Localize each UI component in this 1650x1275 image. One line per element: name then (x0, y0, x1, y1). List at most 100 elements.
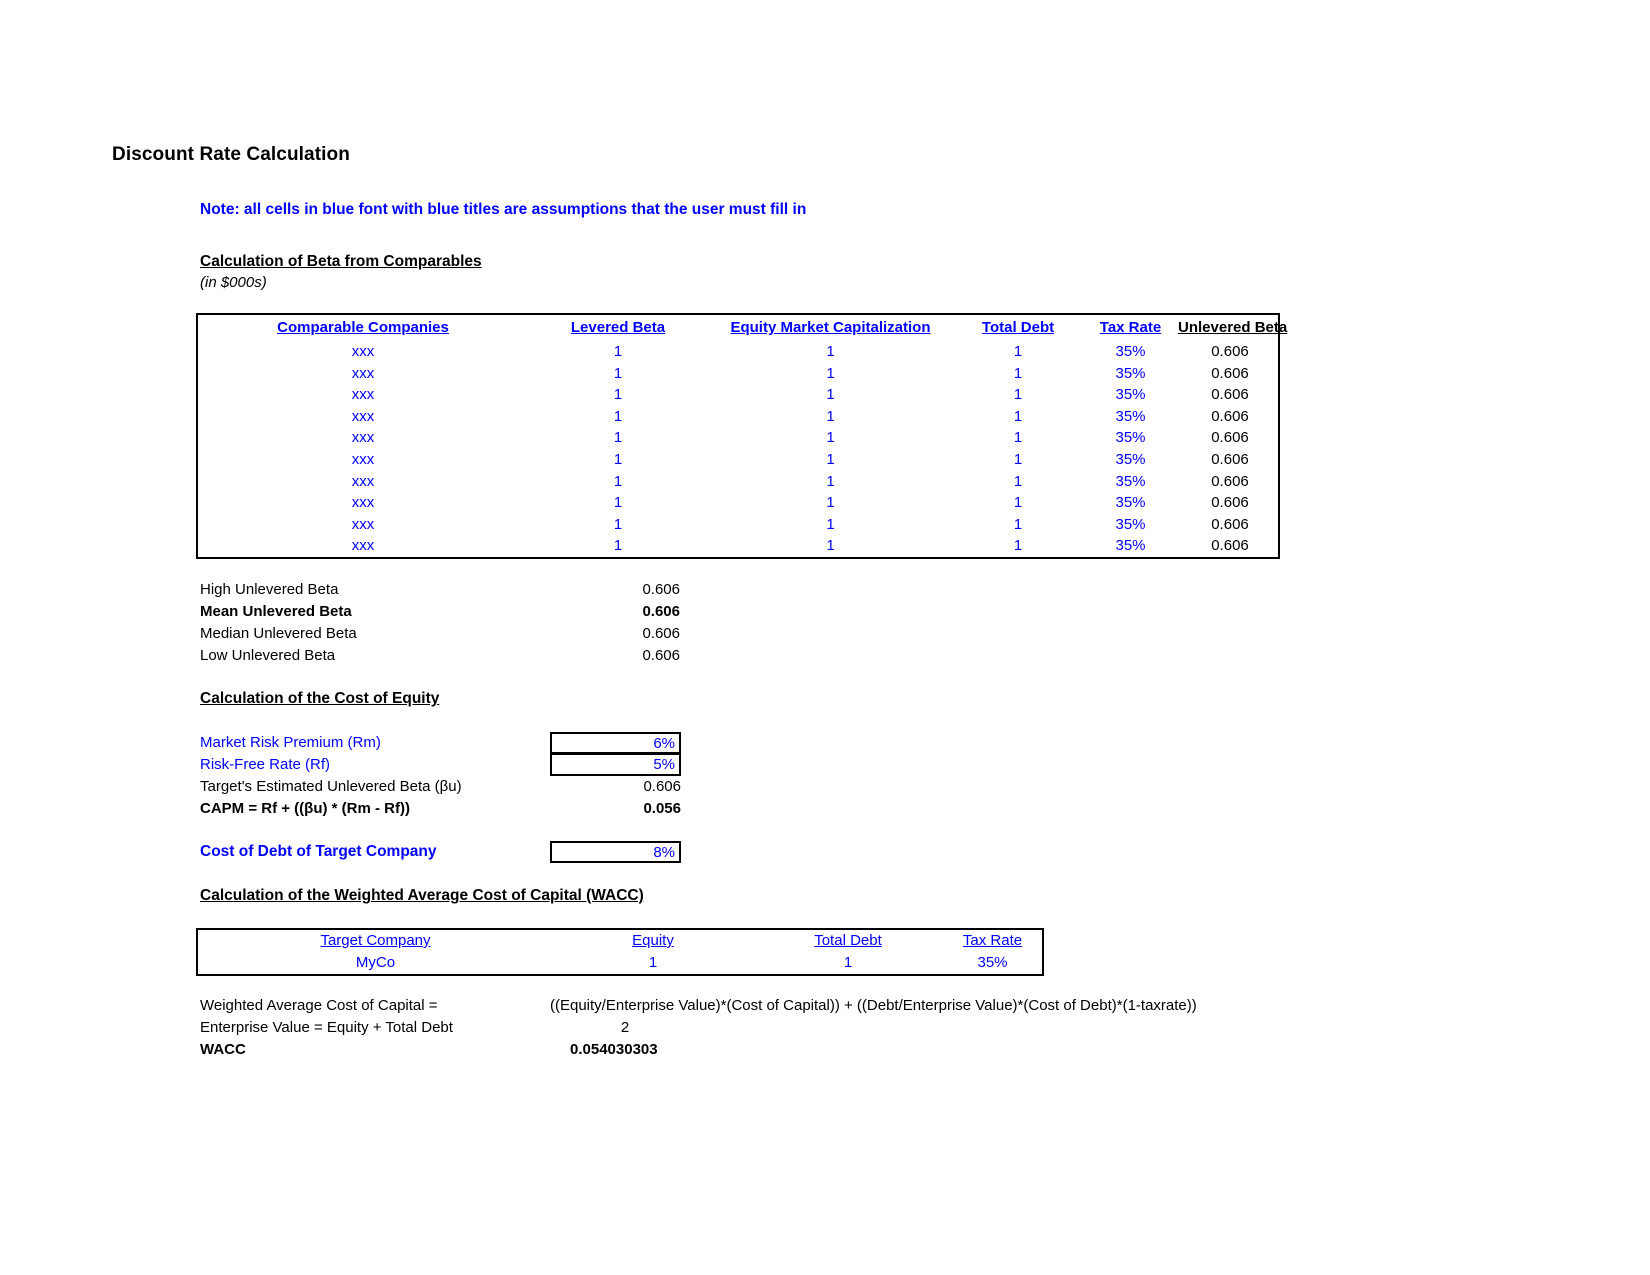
cell-r9-c0[interactable]: xxx (198, 535, 528, 557)
col-header-equity-market-capitalization: Equity Market Capitalization (730, 319, 931, 336)
cell-r0-c4[interactable]: 35% (1083, 341, 1178, 363)
cell-r3-c0[interactable]: xxx (198, 406, 528, 428)
cell-r9-c4[interactable]: 35% (1083, 535, 1178, 557)
cell-r8-c1[interactable]: 1 (528, 514, 708, 536)
wacc-table: Target Company Equity Total Debt Tax Rat… (196, 928, 1044, 976)
value-wacc: 0.054030303 (570, 1041, 658, 1058)
input-market-risk-premium[interactable]: 6% (550, 732, 681, 754)
cell-r4-c5: 0.606 (1211, 429, 1249, 447)
cell-r8-c2[interactable]: 1 (708, 514, 953, 536)
stat-label-high: High Unlevered Beta (200, 581, 339, 598)
cell-r0-c5: 0.606 (1211, 343, 1249, 360)
section-heading-wacc: Calculation of the Weighted Average Cost… (200, 887, 644, 904)
cell-r7-c1[interactable]: 1 (528, 492, 708, 514)
cell-r5-c2[interactable]: 1 (708, 449, 953, 471)
cell-r0-c1[interactable]: 1 (528, 341, 708, 363)
stat-row-high: High Unlevered Beta 0.606 (200, 579, 720, 601)
row-market-risk-premium: Market Risk Premium (Rm) 6% (200, 732, 900, 754)
cell-r5-c3[interactable]: 1 (953, 449, 1083, 471)
col-header-levered-beta: Levered Beta (570, 319, 666, 336)
table-row: xxx 1 1 1 35% 0.606 (198, 471, 1282, 493)
label-capm: CAPM = Rf + ((βu) * (Rm - Rf)) (200, 800, 410, 817)
cell-r2-c0[interactable]: xxx (198, 384, 528, 406)
cell-r6-c1[interactable]: 1 (528, 471, 708, 493)
cell-r0-c0[interactable]: xxx (198, 341, 528, 363)
cell-r5-c1[interactable]: 1 (528, 449, 708, 471)
row-enterprise-value: Enterprise Value = Equity + Total Debt 2 (200, 1017, 1400, 1039)
col-header-total-debt: Total Debt (981, 319, 1055, 336)
cell-r6-c4[interactable]: 35% (1083, 471, 1178, 493)
stat-value-mean: 0.606 (642, 603, 680, 620)
table-row: xxx 1 1 1 35% 0.606 (198, 427, 1282, 449)
input-risk-free-rate[interactable]: 5% (550, 754, 681, 776)
cell-r6-c3[interactable]: 1 (953, 471, 1083, 493)
row-capm: CAPM = Rf + ((βu) * (Rm - Rf)) 0.056 (200, 798, 900, 820)
cell-r2-c4[interactable]: 35% (1083, 384, 1178, 406)
section-heading-cost-of-equity: Calculation of the Cost of Equity (200, 690, 440, 707)
cell-r8-c3[interactable]: 1 (953, 514, 1083, 536)
cell-r6-c0[interactable]: xxx (198, 471, 528, 493)
assumptions-note: Note: all cells in blue font with blue t… (200, 201, 807, 218)
wacc-cell-r0-c1[interactable]: 1 (553, 952, 753, 974)
input-cost-of-debt[interactable]: 8% (550, 841, 681, 863)
cell-r2-c2[interactable]: 1 (708, 384, 953, 406)
cell-r9-c3[interactable]: 1 (953, 535, 1083, 557)
cell-r9-c1[interactable]: 1 (528, 535, 708, 557)
stat-row-low: Low Unlevered Beta 0.606 (200, 645, 720, 667)
cell-r1-c2[interactable]: 1 (708, 363, 953, 385)
cell-r4-c2[interactable]: 1 (708, 427, 953, 449)
cell-r0-c2[interactable]: 1 (708, 341, 953, 363)
cell-r3-c3[interactable]: 1 (953, 406, 1083, 428)
cell-r9-c2[interactable]: 1 (708, 535, 953, 557)
cell-r2-c1[interactable]: 1 (528, 384, 708, 406)
stat-label-mean: Mean Unlevered Beta (200, 603, 352, 620)
col-header-comparable-companies: Comparable Companies (277, 319, 449, 336)
cell-r8-c5: 0.606 (1211, 515, 1249, 533)
table-row: xxx 1 1 1 35% 0.606 (198, 384, 1282, 406)
wacc-calculation-block: Weighted Average Cost of Capital = ((Equ… (200, 995, 1400, 1061)
row-wacc-formula: Weighted Average Cost of Capital = ((Equ… (200, 995, 1400, 1017)
cell-r3-c1[interactable]: 1 (528, 406, 708, 428)
cell-r8-c0[interactable]: xxx (198, 514, 528, 536)
cell-r4-c3[interactable]: 1 (953, 427, 1083, 449)
cost-of-equity-block: Market Risk Premium (Rm) 6% Risk-Free Ra… (200, 732, 900, 820)
wacc-cell-r0-c0[interactable]: MyCo (198, 952, 553, 974)
cell-r5-c0[interactable]: xxx (198, 449, 528, 471)
spreadsheet-page: Discount Rate Calculation Note: all cell… (0, 0, 1650, 1275)
table-header-row: Comparable Companies Levered Beta Equity… (198, 315, 1287, 341)
table-row: xxx 1 1 1 35% 0.606 (198, 406, 1282, 428)
cell-r4-c0[interactable]: xxx (198, 427, 528, 449)
cell-r3-c2[interactable]: 1 (708, 406, 953, 428)
cell-r3-c4[interactable]: 35% (1083, 406, 1178, 428)
table-row: xxx 1 1 1 35% 0.606 (198, 535, 1282, 557)
cell-r2-c3[interactable]: 1 (953, 384, 1083, 406)
cell-r7-c3[interactable]: 1 (953, 492, 1083, 514)
wacc-header-row: Target Company Equity Total Debt Tax Rat… (198, 930, 1042, 952)
wacc-table-row: MyCo 1 1 35% (198, 952, 1042, 974)
row-target-unlevered-beta: Target's Estimated Unlevered Beta (βu) 0… (200, 776, 900, 798)
cell-r1-c3[interactable]: 1 (953, 363, 1083, 385)
label-enterprise-value: Enterprise Value = Equity + Total Debt (200, 1019, 453, 1036)
cell-r1-c0[interactable]: xxx (198, 363, 528, 385)
cell-r8-c4[interactable]: 35% (1083, 514, 1178, 536)
cell-r7-c4[interactable]: 35% (1083, 492, 1178, 514)
cell-r1-c1[interactable]: 1 (528, 363, 708, 385)
cell-r4-c1[interactable]: 1 (528, 427, 708, 449)
stat-label-median: Median Unlevered Beta (200, 625, 357, 642)
wacc-cell-r0-c3[interactable]: 35% (943, 952, 1042, 974)
label-market-risk-premium: Market Risk Premium (Rm) (200, 734, 381, 751)
cell-r7-c2[interactable]: 1 (708, 492, 953, 514)
cell-r6-c2[interactable]: 1 (708, 471, 953, 493)
cell-r0-c3[interactable]: 1 (953, 341, 1083, 363)
stat-row-median: Median Unlevered Beta 0.606 (200, 623, 720, 645)
cell-r5-c4[interactable]: 35% (1083, 449, 1178, 471)
cell-r1-c4[interactable]: 35% (1083, 363, 1178, 385)
wacc-cell-r0-c2[interactable]: 1 (753, 952, 943, 974)
stat-row-mean: Mean Unlevered Beta 0.606 (200, 601, 720, 623)
cell-r7-c0[interactable]: xxx (198, 492, 528, 514)
table-row: xxx 1 1 1 35% 0.606 (198, 449, 1282, 471)
cell-r7-c5: 0.606 (1211, 494, 1249, 512)
comparables-table: Comparable Companies Levered Beta Equity… (196, 313, 1287, 559)
cell-r5-c5: 0.606 (1211, 450, 1249, 468)
cell-r4-c4[interactable]: 35% (1083, 427, 1178, 449)
